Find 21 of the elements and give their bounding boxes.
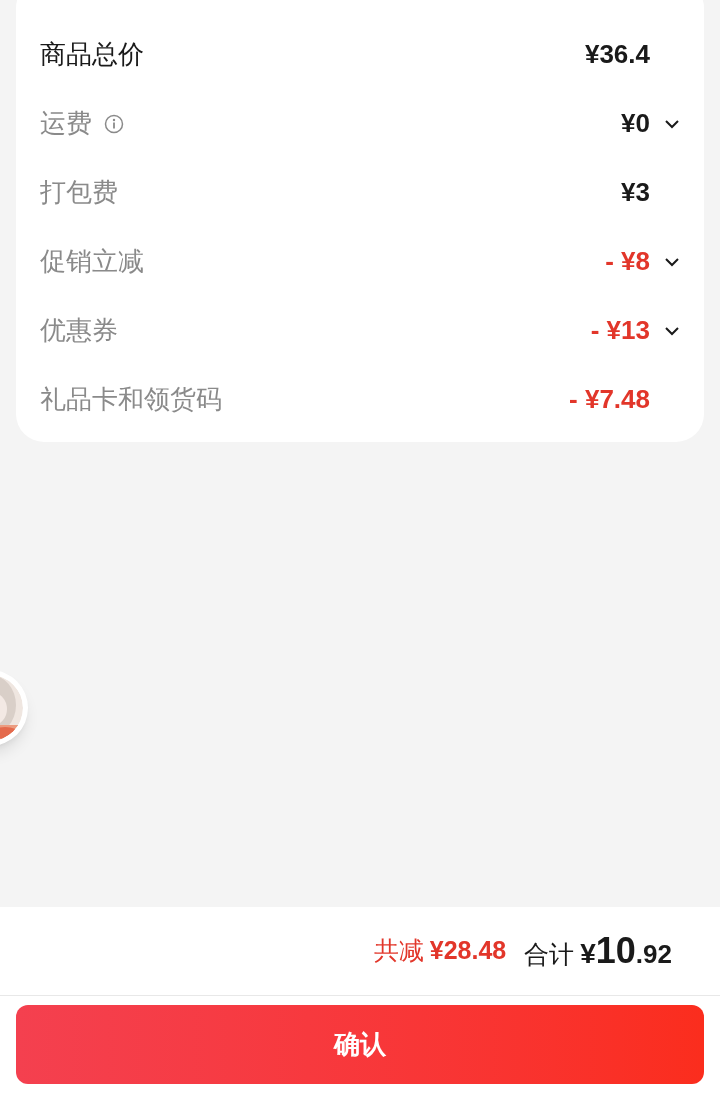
row-value: ¥3	[621, 176, 650, 209]
row-label: 优惠券	[40, 314, 118, 347]
chevron-down-icon[interactable]	[664, 118, 680, 129]
row-label: 打包费	[40, 176, 118, 209]
row-value: - ¥8	[605, 245, 650, 278]
row-value: ¥0	[621, 107, 650, 140]
total-label: 合计	[524, 939, 575, 970]
chevron-down-icon[interactable]	[664, 325, 680, 336]
row-label: 促销立减	[40, 245, 144, 278]
row-value: - ¥13	[590, 314, 650, 347]
row-value: - ¥7.48	[569, 383, 650, 416]
total-amount: ¥10.92	[580, 929, 672, 973]
confirm-button[interactable]: 确认	[16, 1005, 704, 1084]
savings-label: 共减	[373, 935, 424, 967]
info-icon[interactable]	[104, 113, 124, 134]
chevron-down-icon[interactable]	[664, 256, 680, 267]
row-label: 礼品卡和领货码	[40, 383, 222, 416]
row-label: 运费	[40, 107, 92, 140]
row-value: ¥36.4	[584, 38, 650, 71]
row-label: 商品总价	[40, 38, 144, 71]
savings-amount: ¥28.48	[429, 935, 507, 967]
